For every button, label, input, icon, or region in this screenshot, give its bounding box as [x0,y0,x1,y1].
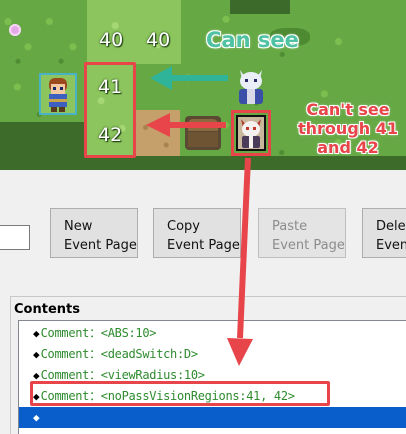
button-label: Paste [272,218,308,234]
no-pass-vision-highlight [30,381,330,406]
command-marker: ◆ [33,327,40,340]
new-event-page-button[interactable]: New Event Page [50,208,138,258]
cant-see-arrow-icon [146,113,226,137]
event-editor-panel: New Event Page Copy Event Page Paste Eve… [0,170,406,434]
command-text: Comment：<viewRadius:10> [40,368,205,382]
grass-tile [40,0,87,72]
region-number-40a: 40 [99,29,124,51]
contents-title: Contents [14,302,80,317]
tree-shadow [230,0,290,14]
shadow-tile [0,122,87,170]
link-arrow-icon [227,158,253,366]
button-label: Even [376,237,406,253]
wolf-guard-icon [239,70,263,104]
region-number-40b: 40 [146,29,171,51]
button-label: Dele [376,218,406,234]
list-item[interactable]: ◆Comment：<ABS:10> [19,323,406,344]
event-commands-list[interactable]: ◆Comment：<ABS:10> ◆Comment：<deadSwitch:D… [18,320,406,434]
cant-see-line-1: Can't see [306,100,390,119]
cant-see-label: Can't see through 41 and 42 [290,100,406,157]
player-hero-sprite[interactable] [39,73,77,115]
button-label: Event Page [272,237,345,253]
event-cursor [236,115,266,151]
cant-see-line-2: through 41 [298,119,398,138]
blocked-regions-highlight [84,62,136,158]
can-see-arrow-icon [150,66,228,90]
can-see-label: Can see [206,28,299,52]
command-marker: ◆ [33,411,40,424]
grass-tile [0,0,40,72]
map-view[interactable]: 40 40 41 42 Can see Can't see through 41… [0,0,406,170]
guard-blue-sprite[interactable] [234,66,268,108]
cant-see-line-3: and 42 [317,138,379,157]
fox-guard-icon [241,119,261,148]
command-marker: ◆ [33,348,40,361]
button-label: Event Page [64,237,137,253]
hero-icon [49,78,67,112]
command-text: Comment：<ABS:10> [40,326,157,340]
flower-icon [9,24,21,36]
delete-event-page-button[interactable]: Dele Even [362,208,406,258]
event-name-input[interactable] [0,225,30,250]
button-label: New [64,218,93,234]
list-item[interactable]: ◆Comment：<deadSwitch:D> [19,344,406,365]
list-item-selected[interactable]: ◆ [19,407,406,428]
command-text: Comment：<deadSwitch:D> [40,347,198,361]
guard-white-sprite[interactable] [231,110,271,156]
paste-event-page-button: Paste Event Page [258,208,346,258]
